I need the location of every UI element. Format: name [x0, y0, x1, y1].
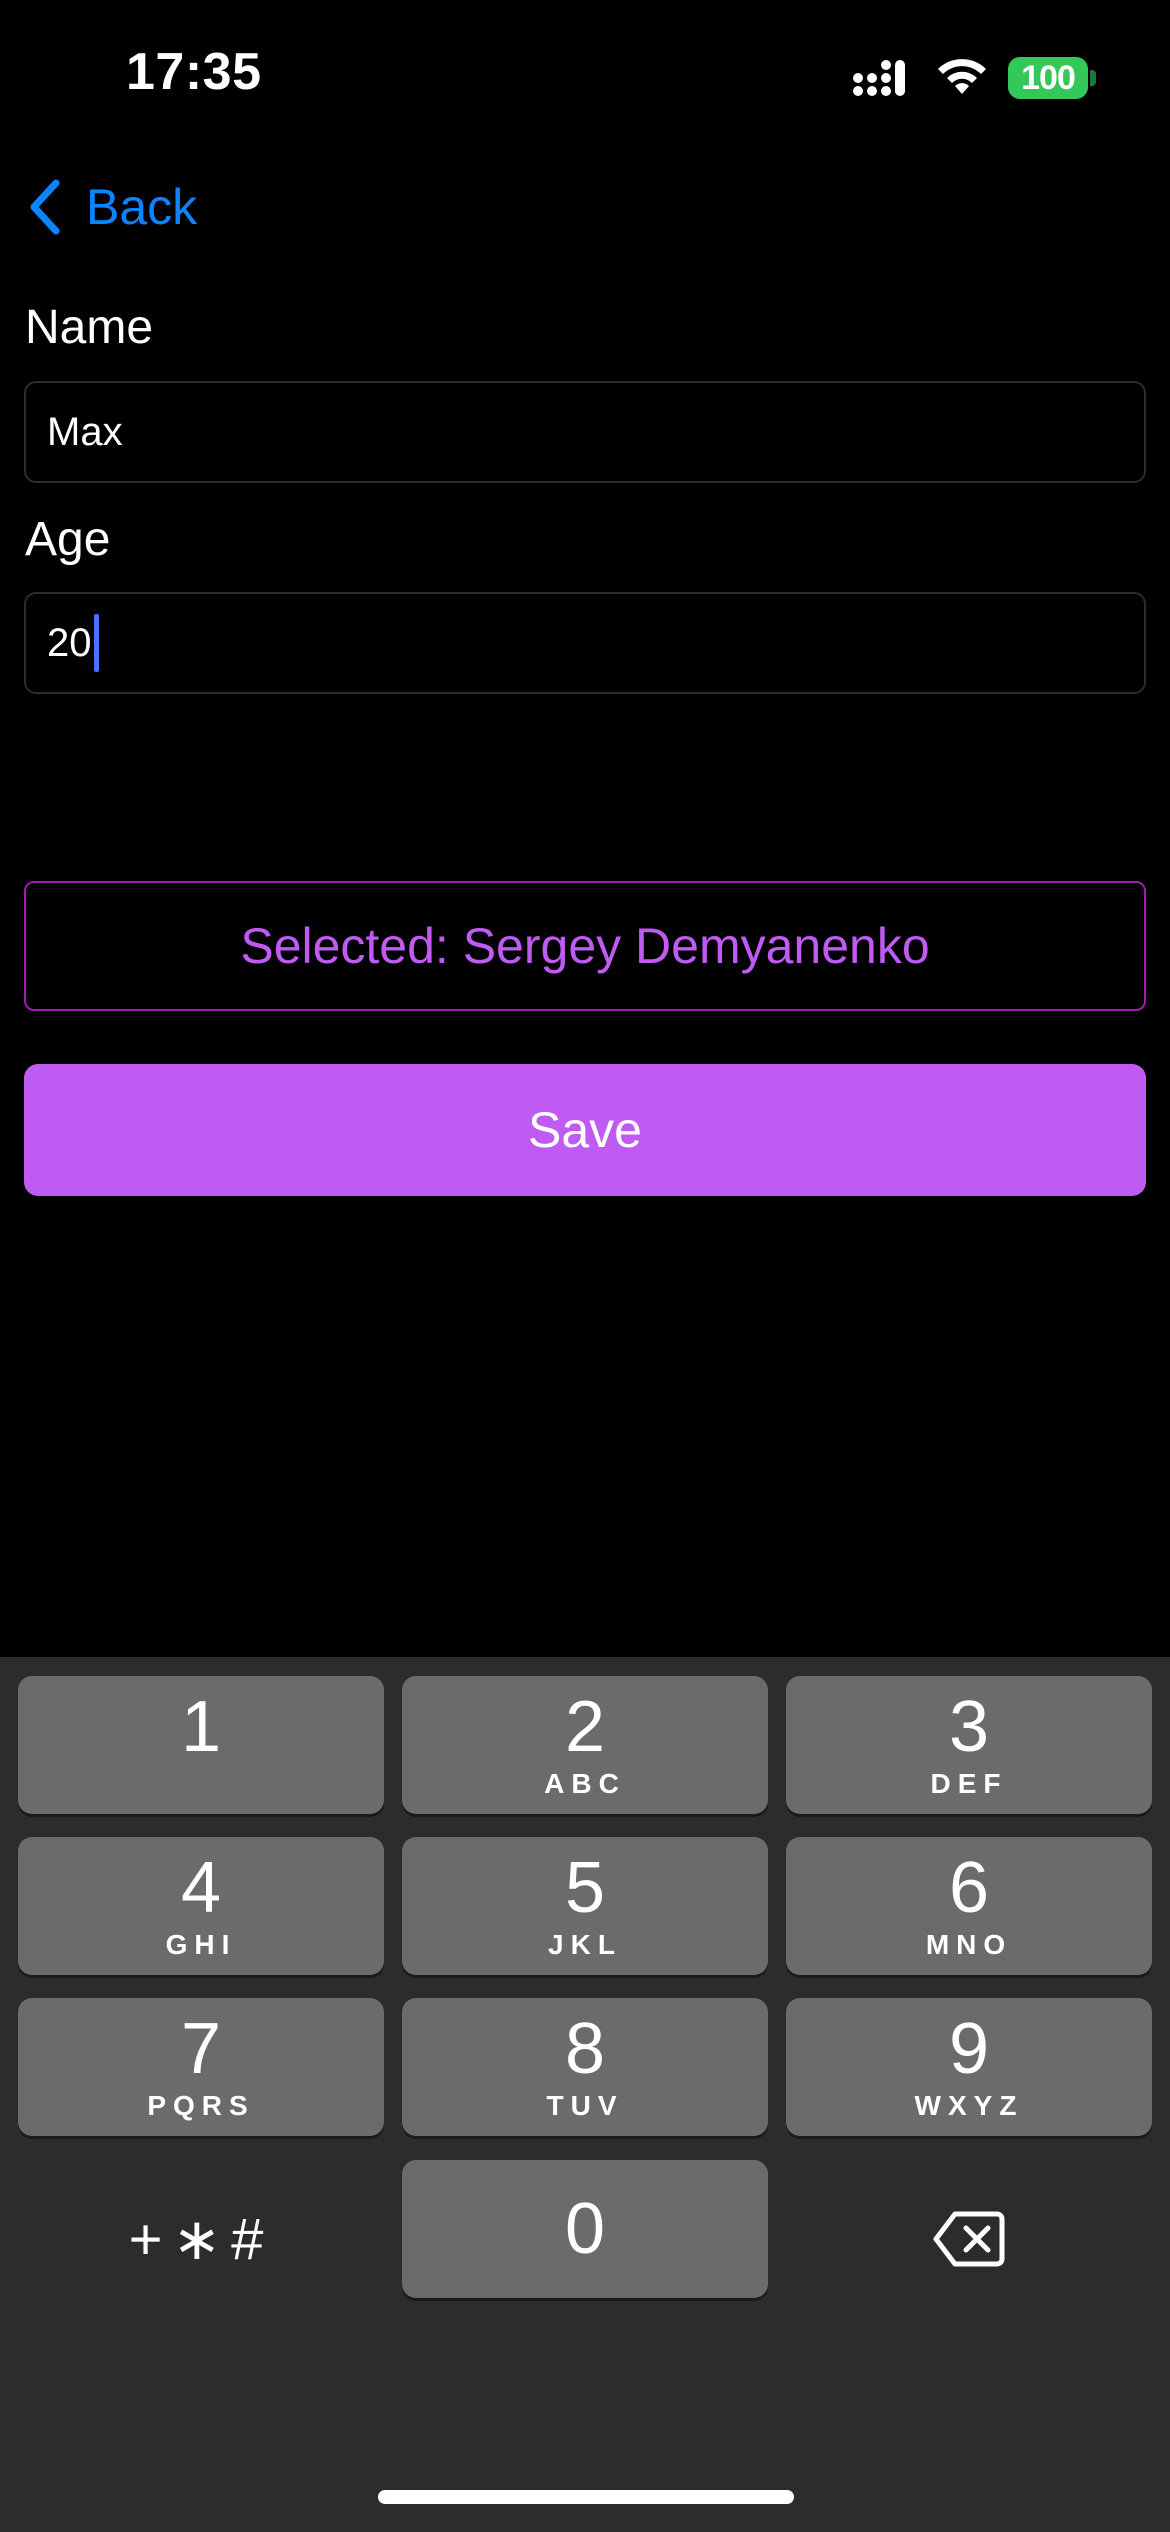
age-field[interactable]: 20 — [24, 592, 1146, 694]
name-value: Max — [47, 409, 123, 454]
edit-person-screen: 17:35 100 Back Name Max Age 20 Selected:… — [0, 0, 1170, 2532]
age-value: 20 — [47, 620, 92, 665]
key-5[interactable]: 5 JKL — [402, 1837, 768, 1975]
battery-cap — [1090, 70, 1096, 86]
age-label: Age — [25, 513, 111, 566]
key-digit: 4 — [180, 1848, 222, 1928]
key-digit: 0 — [564, 2189, 606, 2269]
key-8[interactable]: 8 TUV — [402, 1998, 768, 2136]
key-digit: 9 — [948, 2009, 990, 2089]
home-indicator[interactable] — [378, 2490, 794, 2504]
key-letters: TUV — [546, 2090, 624, 2121]
key-digit: 7 — [180, 2009, 222, 2089]
back-label: Back — [86, 179, 198, 235]
key-letters: DEF — [930, 1768, 1008, 1799]
status-time: 17:35 — [126, 43, 262, 101]
name-field[interactable]: Max — [24, 381, 1146, 483]
key-digit: 3 — [948, 1687, 990, 1767]
key-letters: MNO — [925, 1929, 1013, 1960]
key-4[interactable]: 4 GHI — [18, 1837, 384, 1975]
key-letters: WXYZ — [914, 2090, 1024, 2121]
chevron-left-icon — [30, 179, 60, 235]
key-7[interactable]: 7 PQRS — [18, 1998, 384, 2136]
battery-indicator: 100 — [1008, 57, 1088, 99]
key-9[interactable]: 9 WXYZ — [786, 1998, 1152, 2136]
key-digit: 1 — [180, 1687, 222, 1767]
save-label: Save — [528, 1102, 642, 1158]
key-3[interactable]: 3 DEF — [786, 1676, 1152, 1814]
key-digit: 8 — [564, 2009, 606, 2089]
key-0[interactable]: 0 — [402, 2160, 768, 2298]
name-label: Name — [25, 301, 154, 354]
key-letters: ABC — [544, 1768, 626, 1799]
text-cursor — [93, 614, 99, 672]
save-button[interactable]: Save — [24, 1064, 1146, 1196]
key-digit: 6 — [948, 1848, 990, 1928]
key-digit: 2 — [564, 1687, 606, 1767]
delete-backward-icon — [933, 2211, 1005, 2267]
wifi-icon — [938, 59, 986, 94]
cellular-signal-icon — [853, 60, 905, 96]
selected-person-label: Selected: Sergey Demyanenko — [240, 918, 930, 974]
battery-level: 100 — [1021, 58, 1076, 97]
key-letters: PQRS — [147, 2090, 255, 2121]
key-letters: JKL — [548, 1929, 622, 1960]
selected-person-button[interactable]: Selected: Sergey Demyanenko — [24, 881, 1146, 1011]
back-button[interactable]: Back — [24, 172, 197, 242]
delete-key[interactable] — [786, 2170, 1152, 2308]
key-digit: 5 — [564, 1848, 606, 1928]
key-letters: GHI — [165, 1929, 237, 1960]
key-6[interactable]: 6 MNO — [786, 1837, 1152, 1975]
key-2[interactable]: 2 ABC — [402, 1676, 768, 1814]
key-1[interactable]: 1 — [18, 1676, 384, 1814]
status-bar: 17:35 100 — [0, 0, 1170, 150]
symbols-key[interactable]: +∗# — [18, 2170, 384, 2308]
